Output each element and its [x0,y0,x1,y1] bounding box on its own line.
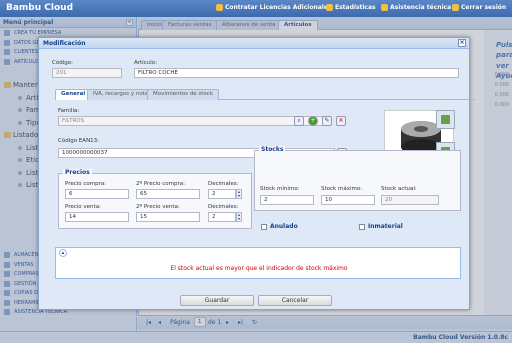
precio-venta-label: Precio venta: [65,204,101,210]
tab-general[interactable]: General [55,89,92,100]
tab-movimientos[interactable]: Movimientos de stock [147,89,220,100]
support-icon [381,4,388,11]
stock-minimo-label: Stock mínimo: [260,186,300,192]
codigo-field[interactable]: 201 [52,68,122,78]
checkbox-icon [261,223,267,230]
image-upload-icon [441,115,450,124]
codigo-label: Código: [52,60,73,66]
logout-icon [452,4,459,11]
decimales2-label: Decimales: [208,204,239,210]
decimales1-spinner-icon[interactable]: ▴ ▾ [236,189,242,199]
precio-compra-field[interactable]: 6 [65,189,129,199]
stock-actual-label: Stock actual: [381,186,417,192]
stock-maximo-label: Stock máximo: [321,186,363,192]
close-icon[interactable]: × [458,39,466,47]
precio-venta-field[interactable]: 14 [65,212,129,222]
upload-image-button[interactable] [436,110,455,129]
cancel-button[interactable]: Cancelar [258,295,332,306]
stock-warning-message: El stock actual es mayor que el indicado… [170,265,348,272]
top-bar: Bambu Cloud Contratar Licencias Adiciona… [0,0,512,17]
precio-compra2-field[interactable]: 65 [136,189,200,199]
decimales2-field[interactable]: 2 [208,212,236,222]
stats-icon [326,4,333,11]
search-icon[interactable]: ⌕ [294,116,304,126]
familia-label: Familia: [58,108,80,114]
decimales1-label: Decimales: [208,181,239,187]
license-icon [216,4,223,11]
precio-compra2-label: 2º Precio compra: [136,181,185,187]
warning-panel: ▴ El stock actual es mayor que el indica… [55,247,461,279]
menu-licencias[interactable]: Contratar Licencias Adicionales [216,4,332,11]
dialog-title: Modificación × [39,38,469,49]
precio-venta2-label: 2º Precio venta: [136,204,180,210]
dialog-tabs: General IVA, recargos y notas Movimiento… [55,88,475,100]
save-button[interactable]: Guardar [180,295,254,306]
stock-minimo-field[interactable]: 2 [260,195,314,205]
anulado-checkbox[interactable]: Anulado [261,223,298,230]
articulo-label: Artículo: [134,60,157,66]
stock-actual-field: 20 [381,195,439,205]
app-title: Bambu Cloud [6,3,74,13]
collapse-up-icon[interactable]: ▴ [59,249,67,257]
menu-cerrar-sesion[interactable]: Cerrar sesión [452,4,506,11]
articulo-field[interactable]: FILTRO COCHE [134,68,459,78]
precio-venta2-field[interactable]: 15 [136,212,200,222]
decimales2-spinner-icon[interactable]: ▴ ▾ [236,212,242,222]
menu-estadisticas[interactable]: Estadísticas [326,4,376,11]
inmaterial-checkbox[interactable]: Inmaterial [359,223,403,230]
familia-field[interactable]: FILTROS [58,116,330,126]
stocks-legend: Stocks [259,146,286,153]
precios-legend: Precios [63,169,92,176]
precio-compra-label: Precio compra: [65,181,107,187]
edit-icon[interactable]: ✎ [322,116,332,126]
delete-icon[interactable]: ✕ [336,116,346,126]
checkbox-icon [359,223,365,230]
menu-asistencia[interactable]: Asistencia técnica [381,4,451,11]
decimales1-field[interactable]: 2 [208,189,236,199]
modification-dialog: Modificación × Código: 201 Artículo: FILT… [38,37,475,310]
ean-label: Código EAN13: [58,138,100,144]
stock-maximo-field[interactable]: 10 [321,195,375,205]
add-icon[interactable]: + [308,116,318,126]
